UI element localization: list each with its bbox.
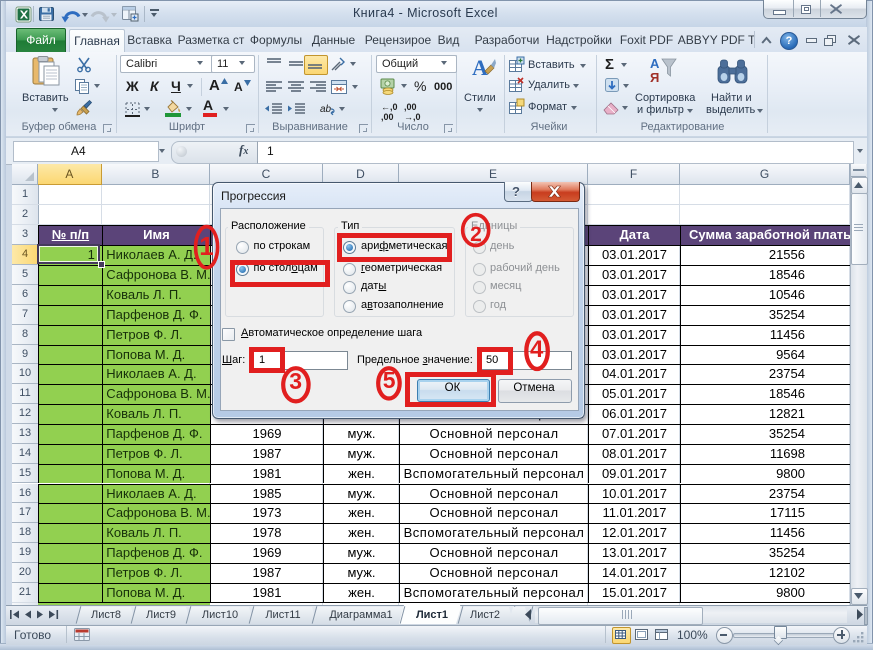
svg-text:А: А xyxy=(650,56,660,71)
svg-text:Я: Я xyxy=(650,70,659,85)
svg-text:A: A xyxy=(472,55,488,80)
svg-text:ab: ab xyxy=(320,104,332,115)
